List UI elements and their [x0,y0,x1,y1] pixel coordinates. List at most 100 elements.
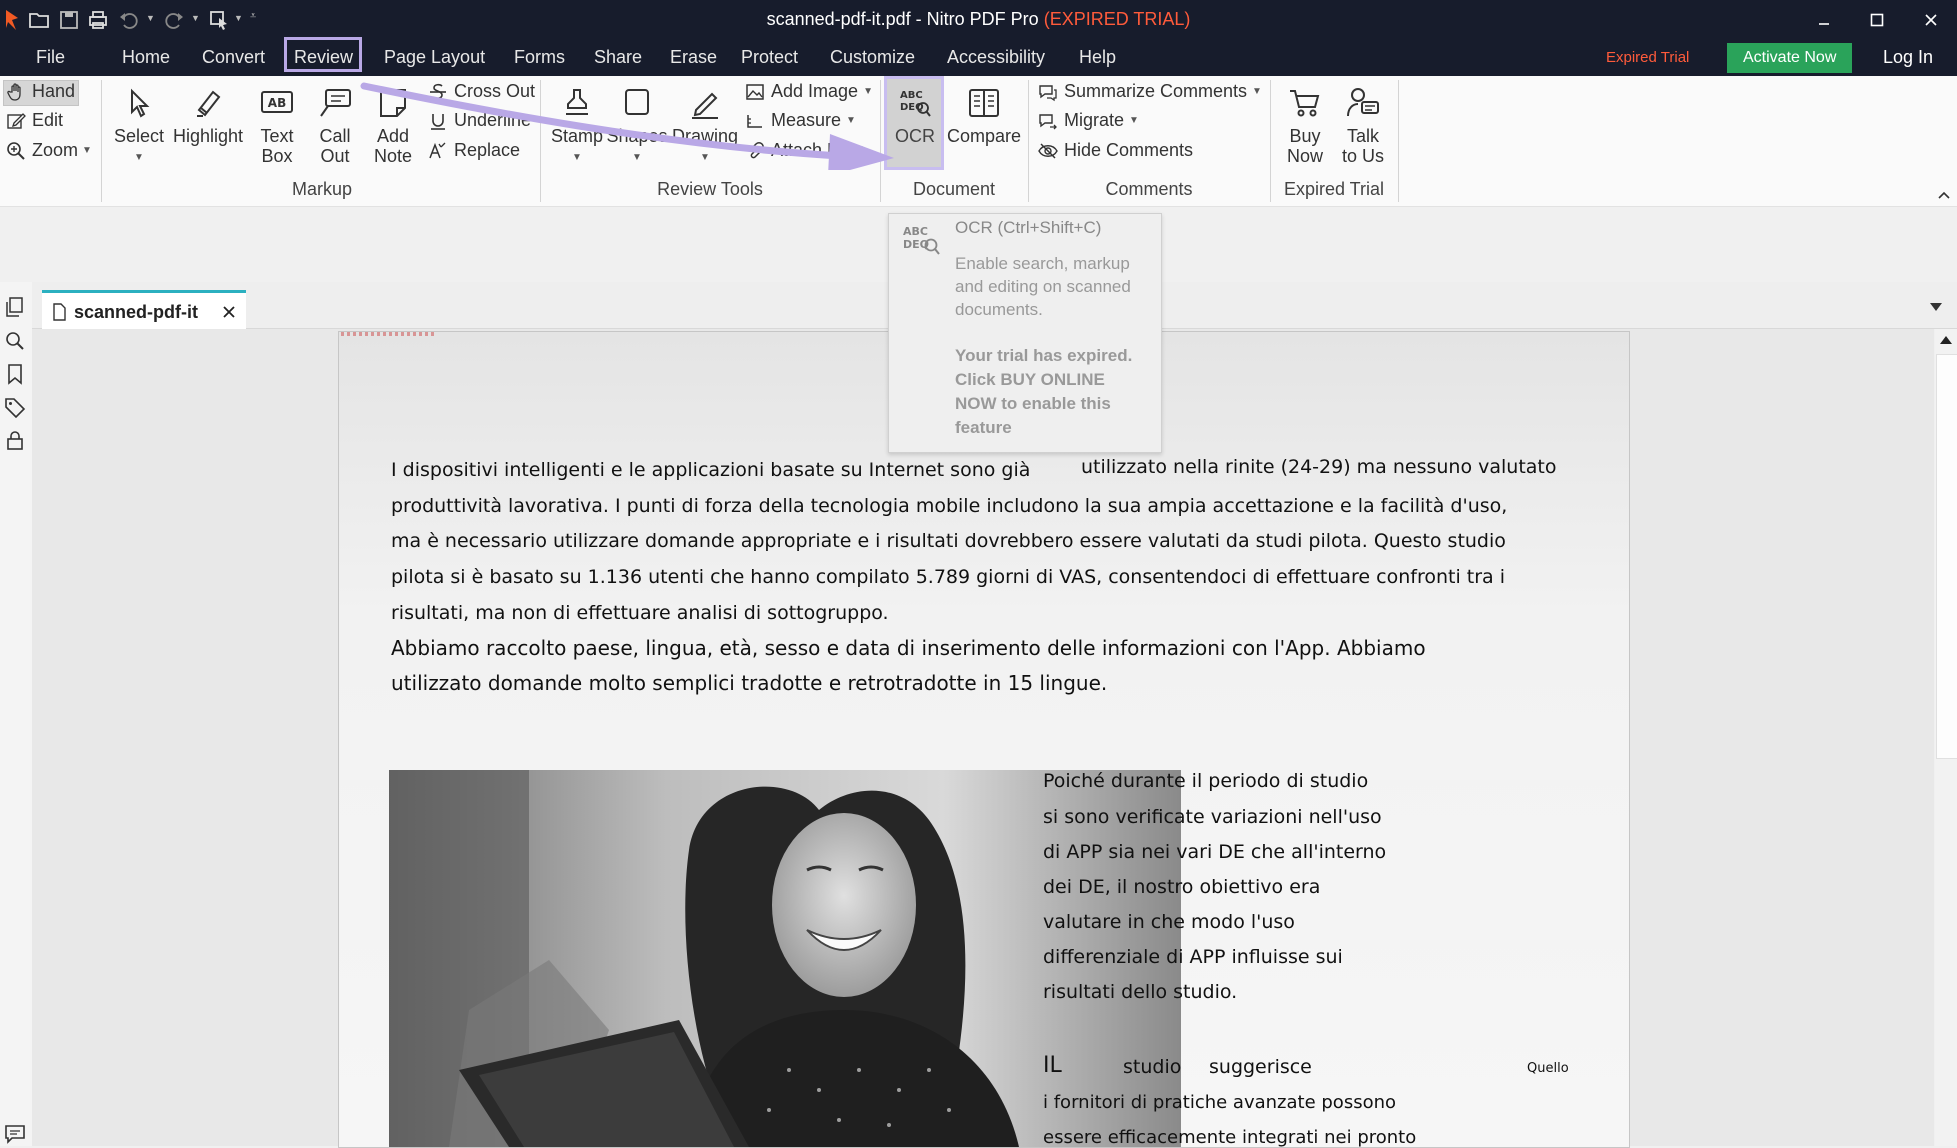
activate-now-button[interactable]: Activate Now [1727,43,1853,73]
hand-tool[interactable]: Hand [6,81,75,102]
tooltip-description-line: Enable search, markup [955,254,1130,273]
annotation-arrow [360,60,900,170]
menu-help[interactable]: Help [1079,47,1116,68]
comments-panel-icon[interactable] [4,1122,26,1144]
highlighter-icon [191,86,225,120]
select-label: Select [113,126,165,146]
security-lock-icon[interactable] [4,429,26,451]
select-dropdown-icon: ▼ [134,152,144,163]
tooltip-warning-line: feature [955,418,1012,437]
text-line: differenziale di APP influisse sui [1043,946,1343,968]
edit-icon [6,111,26,131]
highlight-button[interactable]: Highlight [168,86,248,146]
menu-convert[interactable]: Convert [202,47,265,68]
talk-to-us-button[interactable]: Talk to Us [1334,86,1392,166]
expired-trial-group-label: Expired Trial [1283,179,1385,199]
zoom-tool[interactable]: Zoom ▼ [6,140,92,161]
search-panel-icon[interactable] [4,330,26,352]
migrate-comments-icon [1038,111,1058,131]
zoom-label: Zoom [32,140,79,160]
edit-label: Edit [32,110,64,130]
close-window-button[interactable] [1911,6,1951,34]
comments-group-label: Comments [1105,179,1193,199]
ocr-tooltip: ABC DEQ OCR (Ctrl+Shift+C) Enable search,… [888,213,1162,453]
summarize-comments-label: Summarize Comments [1064,81,1248,101]
tooltip-ocr-icon: ABC DEQ [901,222,941,258]
text-line: essere efficacemente integrati nei pront… [1043,1127,1417,1148]
collapse-ribbon-icon[interactable] [1938,191,1950,199]
tooltip-description: Enable search, markup and editing on sca… [955,252,1155,321]
zoom-icon [6,141,26,161]
document-group-label: Document [912,179,996,199]
tooltip-warning-line: NOW to enable this [955,394,1111,413]
markup-group-label: Markup [291,179,353,199]
hide-comments-label: Hide Comments [1064,140,1194,160]
buy-now-button[interactable]: Buy Now [1278,86,1332,166]
trial-status-text: (EXPIRED TRIAL) [1043,9,1191,29]
highlight-label: Highlight [172,126,244,146]
menu-file[interactable]: File [36,47,65,68]
svg-text:ABC: ABC [903,225,928,238]
contact-person-icon [1346,86,1380,120]
call-out-label-line2: Out [320,146,350,166]
log-in-button[interactable]: Log In [1883,47,1933,68]
menu-accessibility[interactable]: Accessibility [947,47,1045,68]
window-title-text: scanned-pdf-it.pdf - Nitro PDF Pro [766,9,1039,29]
text-word: IL [1043,1053,1062,1078]
scroll-up-icon[interactable] [1939,335,1953,345]
maximize-button[interactable] [1857,6,1897,34]
text-box-button[interactable]: AB Text Box [254,86,300,166]
select-button[interactable]: Select ▼ [110,86,168,168]
pdf-page[interactable]: I dispositivi intelligenti e le applicaz… [338,331,1630,1148]
hide-eye-icon [1038,141,1058,161]
compare-label: Compare [946,126,1022,146]
tooltip-description-line: documents. [955,300,1043,319]
window-title: scanned-pdf-it.pdf - Nitro PDF Pro (EXPI… [0,9,1957,30]
scrollbar-thumb[interactable] [1936,354,1957,759]
edit-tool[interactable]: Edit [6,110,63,131]
summarize-comments-button[interactable]: Summarize Comments ▼ [1038,81,1262,102]
expired-trial-link[interactable]: Expired Trial [1606,49,1689,66]
page-corner-mark [341,332,437,336]
buy-now-label-line2: Now [1286,146,1323,166]
text-line: produttività lavorativa. I punti di forz… [391,495,1508,517]
text-line: utilizzato nella rinite (24-29) ma nessu… [1081,456,1557,478]
hand-icon [6,82,26,102]
bookmarks-panel-icon[interactable] [4,363,26,385]
minimize-button[interactable] [1804,6,1844,34]
text-line: valutare in che modo l'uso [1043,911,1295,933]
call-out-button[interactable]: Call Out [312,86,358,166]
document-tab[interactable]: scanned-pdf-it [42,290,246,331]
text-word: studio [1123,1056,1182,1078]
text-line: risultati, ma non di effettuare analisi … [391,602,889,624]
svg-text:ABC: ABC [900,90,923,101]
text-line: si sono verificate variazioni nell'uso [1043,806,1382,828]
document-file-icon [52,303,66,321]
buy-now-label-line1: Buy [1289,126,1321,146]
tags-panel-icon[interactable] [4,396,26,418]
text-line: Abbiamo raccolto paese, lingua, età, ses… [391,636,1426,660]
ribbon-separator [1398,80,1399,202]
text-box-label-line2: Box [261,146,293,166]
text-line: dei DE, il nostro obiettivo era [1043,876,1321,898]
review-tools-group-label: Review Tools [657,179,763,199]
close-tab-icon[interactable] [222,305,236,319]
tooltip-warning-line: Your trial has expired. [955,346,1133,365]
menu-home[interactable]: Home [122,47,170,68]
zoom-dropdown-icon: ▼ [82,145,92,156]
text-word: Quello [1527,1061,1569,1076]
text-line: di APP sia nei vari DE che all'interno [1043,841,1387,863]
compare-button[interactable]: Compare [946,86,1022,146]
migrate-label: Migrate [1064,110,1125,130]
migrate-button[interactable]: Migrate ▼ [1038,110,1139,131]
svg-text:AB: AB [268,96,286,110]
text-line: ma è necessario utilizzare domande appro… [391,530,1506,552]
text-line: I dispositivi intelligenti e le applicaz… [391,459,1031,481]
ribbon-separator [101,80,102,202]
tooltip-description-line: and editing on scanned [955,277,1131,296]
tab-list-dropdown-icon[interactable] [1929,302,1943,312]
hide-comments-button[interactable]: Hide Comments [1038,140,1193,161]
pages-panel-icon[interactable] [4,296,26,318]
review-tab-highlight [284,37,362,72]
text-word: suggerisce [1209,1056,1312,1078]
